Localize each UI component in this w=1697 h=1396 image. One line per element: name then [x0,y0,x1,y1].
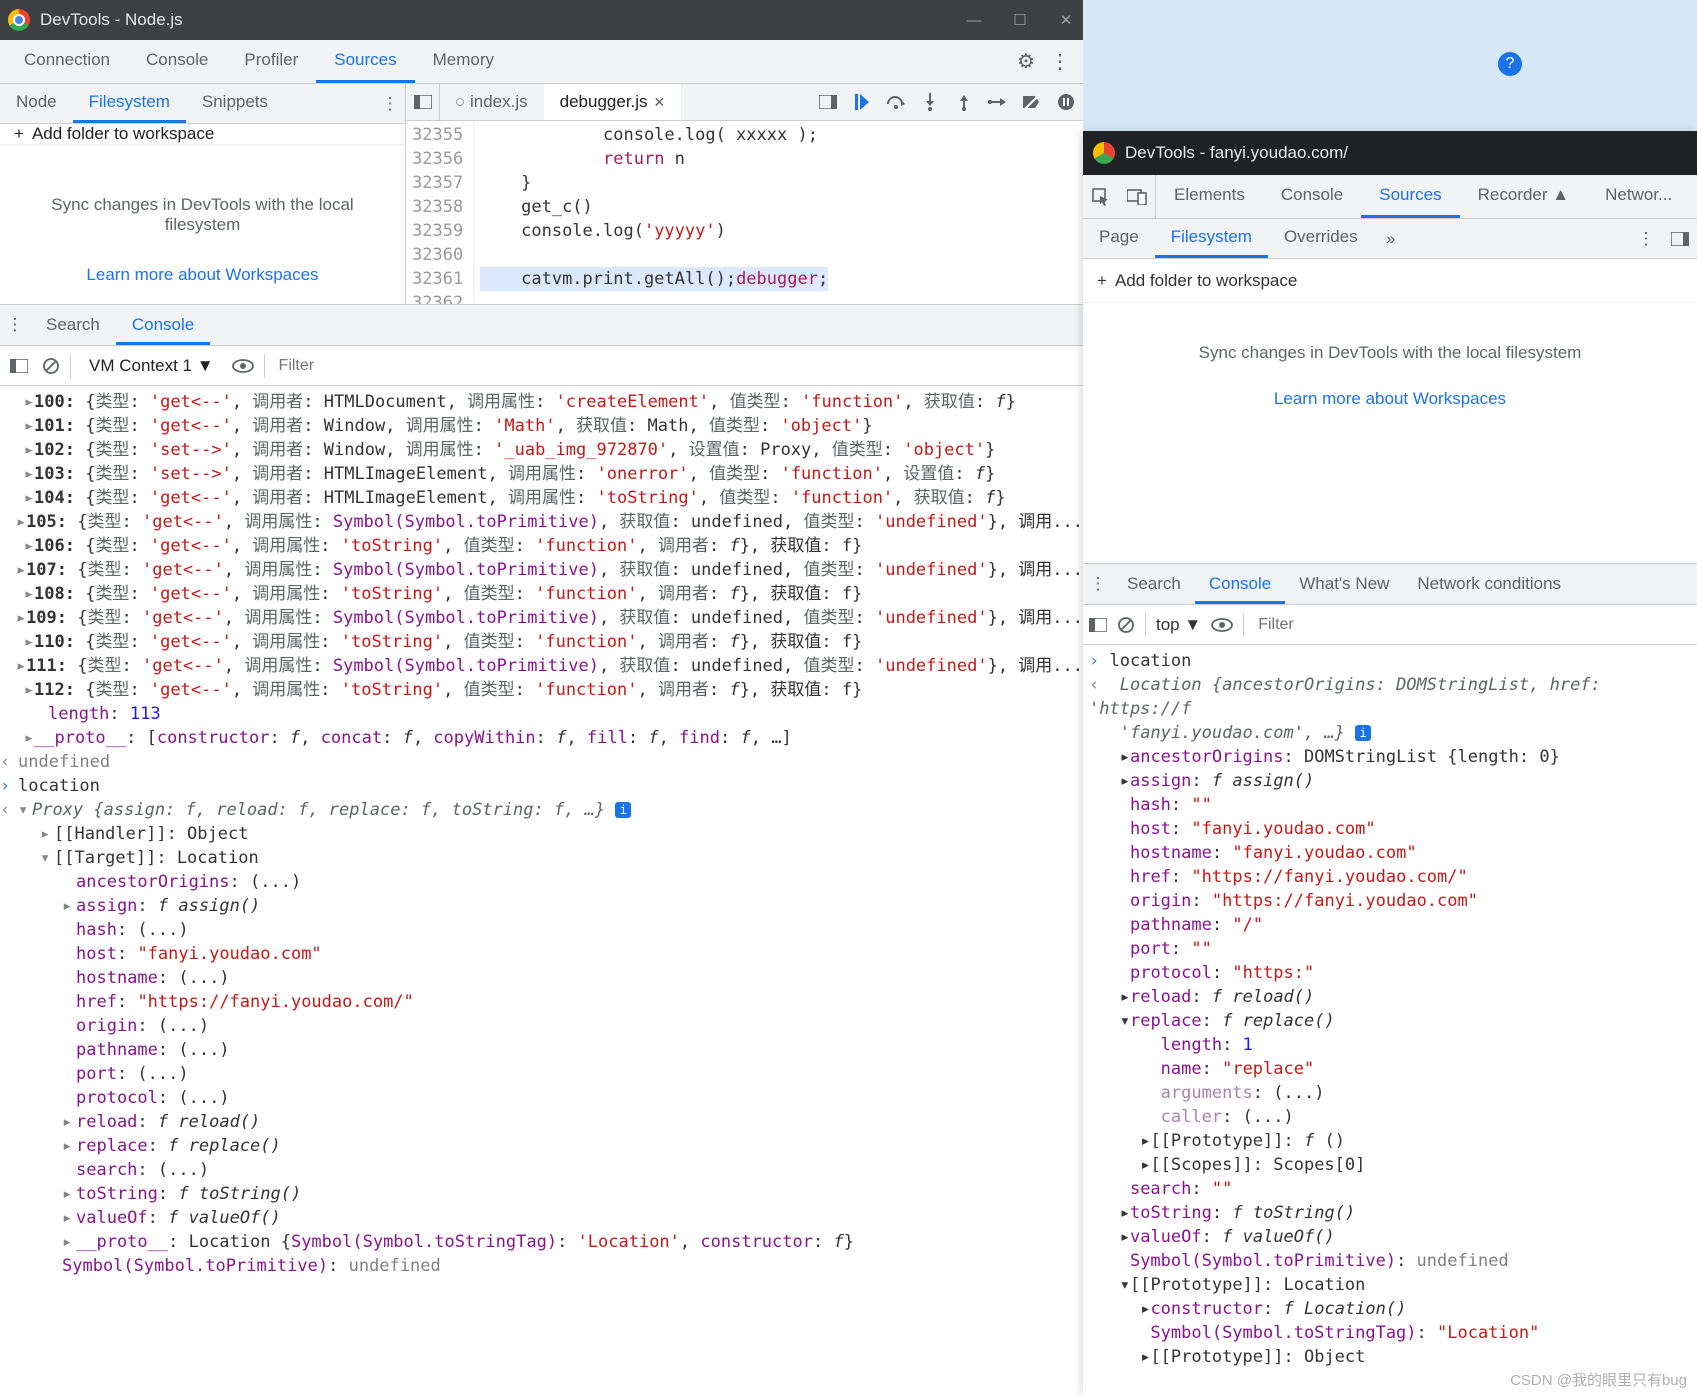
debugger-controls [811,84,1083,120]
add-folder-button[interactable]: + Add folder to workspace [1083,259,1697,303]
pause-exceptions-icon[interactable] [1055,91,1077,113]
drawer-tab-whatsnew[interactable]: What's New [1285,564,1403,604]
drawer-tabbar: ⋮ Search Console [0,304,1083,346]
nav-tab-node[interactable]: Node [0,84,73,123]
tab-network[interactable]: Networ... [1587,175,1690,218]
drawer-tab-console[interactable]: Console [116,305,210,345]
window-title: DevTools - fanyi.youdao.com/ [1125,143,1348,163]
context-selector[interactable]: top ▼ [1156,615,1201,635]
tab-connection[interactable]: Connection [6,40,128,83]
close-tab-icon[interactable]: ✕ [654,94,666,111]
kebab-icon[interactable]: ⋮ [375,84,405,123]
close-icon[interactable]: ✕ [1057,11,1075,29]
tab-recorder[interactable]: Recorder ▲ [1460,175,1587,218]
add-folder-label: Add folder to workspace [32,124,214,144]
nav-tab-snippets[interactable]: Snippets [186,84,284,123]
subtab-overrides[interactable]: Overrides [1268,219,1374,258]
clear-console-icon[interactable] [42,357,60,375]
help-icon[interactable]: ? [1498,52,1522,76]
step-icon[interactable] [987,91,1009,113]
main-tabbar: Connection Console Profiler Sources Memo… [0,40,1083,84]
sources-subtabs: Page Filesystem Overrides » ⋮ [1083,219,1697,259]
console-output[interactable]: › location‹ Location {ancestorOrigins: D… [1083,645,1697,1396]
toggle-navigator-icon[interactable] [406,84,440,120]
drawer-tab-search[interactable]: Search [1113,564,1195,604]
step-over-icon[interactable] [885,91,907,113]
step-into-icon[interactable] [919,91,941,113]
toggle-console-sidebar-icon[interactable] [6,359,32,373]
console-toolbar: VM Context 1 ▼ [0,346,1083,386]
tab-elements[interactable]: Elements [1156,175,1263,218]
gear-icon[interactable]: ⚙ [1009,40,1043,83]
step-out-icon[interactable] [953,91,975,113]
file-tabbar: index.js debugger.js ✕ [406,84,1083,121]
learn-more-link[interactable]: Learn more about Workspaces [1113,389,1667,409]
device-toggle-icon[interactable] [1119,175,1155,218]
plus-icon: + [1097,271,1107,291]
kebab-icon[interactable]: ⋮ [1629,219,1663,258]
deactivate-breakpoints-icon[interactable] [1021,91,1043,113]
subtab-page[interactable]: Page [1083,219,1155,258]
sync-message: Sync changes in DevTools with the local … [30,195,375,235]
chrome-icon [1093,142,1115,164]
drawer-tab-search[interactable]: Search [30,305,116,345]
kebab-icon[interactable]: ⋮ [1043,40,1077,83]
drawer-tab-console[interactable]: Console [1195,564,1285,604]
drawer-tabbar: ⋮ Search Console What's New Network cond… [1083,563,1697,605]
add-folder-button[interactable]: + Add folder to workspace [0,124,405,145]
watermark: CSDN @我的眼里只有bug [1510,1369,1687,1390]
devtools-fanyi-window: DevTools - fanyi.youdao.com/ Elements Co… [1083,131,1697,1396]
filter-input[interactable] [1254,612,1691,638]
plus-icon: + [14,124,24,144]
titlebar: DevTools - Node.js — ☐ ✕ [0,0,1083,40]
toggle-console-sidebar-icon[interactable] [1089,618,1107,632]
clear-console-icon[interactable] [1117,616,1135,634]
add-folder-label: Add folder to workspace [1115,271,1297,291]
main-tabbar: Elements Console Sources Recorder ▲ Netw… [1083,175,1697,219]
filter-input[interactable] [275,353,1077,379]
titlebar: DevTools - fanyi.youdao.com/ [1083,131,1697,175]
console-output[interactable]: ▸100: {类型: 'get<--', 调用者: HTMLDocument, … [0,386,1083,1396]
chrome-icon [8,9,30,31]
tab-console[interactable]: Console [1263,175,1361,218]
tab-console[interactable]: Console [128,40,226,83]
file-dot-icon [456,98,464,106]
toggle-debugger-sidebar-icon[interactable] [817,91,839,113]
inspect-icon[interactable] [1083,175,1119,218]
tab-memory[interactable]: Memory [415,40,512,83]
toggle-debugger-sidebar-icon[interactable] [1663,219,1697,258]
drawer-tab-network-conditions[interactable]: Network conditions [1403,564,1575,604]
context-selector[interactable]: VM Context 1 ▼ [81,352,222,380]
devtools-node-window: DevTools - Node.js — ☐ ✕ Connection Cons… [0,0,1083,1396]
maximize-icon[interactable]: ☐ [1011,11,1029,29]
minimize-icon[interactable]: — [965,11,983,29]
kebab-icon[interactable]: ⋮ [1083,564,1113,604]
console-toolbar: top ▼ [1083,605,1697,645]
resume-icon[interactable] [851,91,873,113]
tab-sources[interactable]: Sources [316,40,414,83]
nav-tab-filesystem[interactable]: Filesystem [73,84,186,123]
file-tab-debuggerjs[interactable]: debugger.js ✕ [544,84,682,120]
more-icon[interactable]: » [1374,219,1408,258]
navigator-sidebar: Node Filesystem Snippets ⋮ + Add folder … [0,84,406,304]
learn-more-link[interactable]: Learn more about Workspaces [30,265,375,285]
file-tab-indexjs[interactable]: index.js [440,84,544,120]
tab-profiler[interactable]: Profiler [226,40,316,83]
subtab-filesystem[interactable]: Filesystem [1155,219,1268,258]
tab-sources[interactable]: Sources [1361,175,1459,218]
sync-message: Sync changes in DevTools with the local … [1113,343,1667,363]
live-expression-icon[interactable] [1211,618,1233,632]
live-expression-icon[interactable] [232,359,254,373]
window-title: DevTools - Node.js [40,10,965,30]
kebab-icon[interactable]: ⋮ [0,305,30,345]
